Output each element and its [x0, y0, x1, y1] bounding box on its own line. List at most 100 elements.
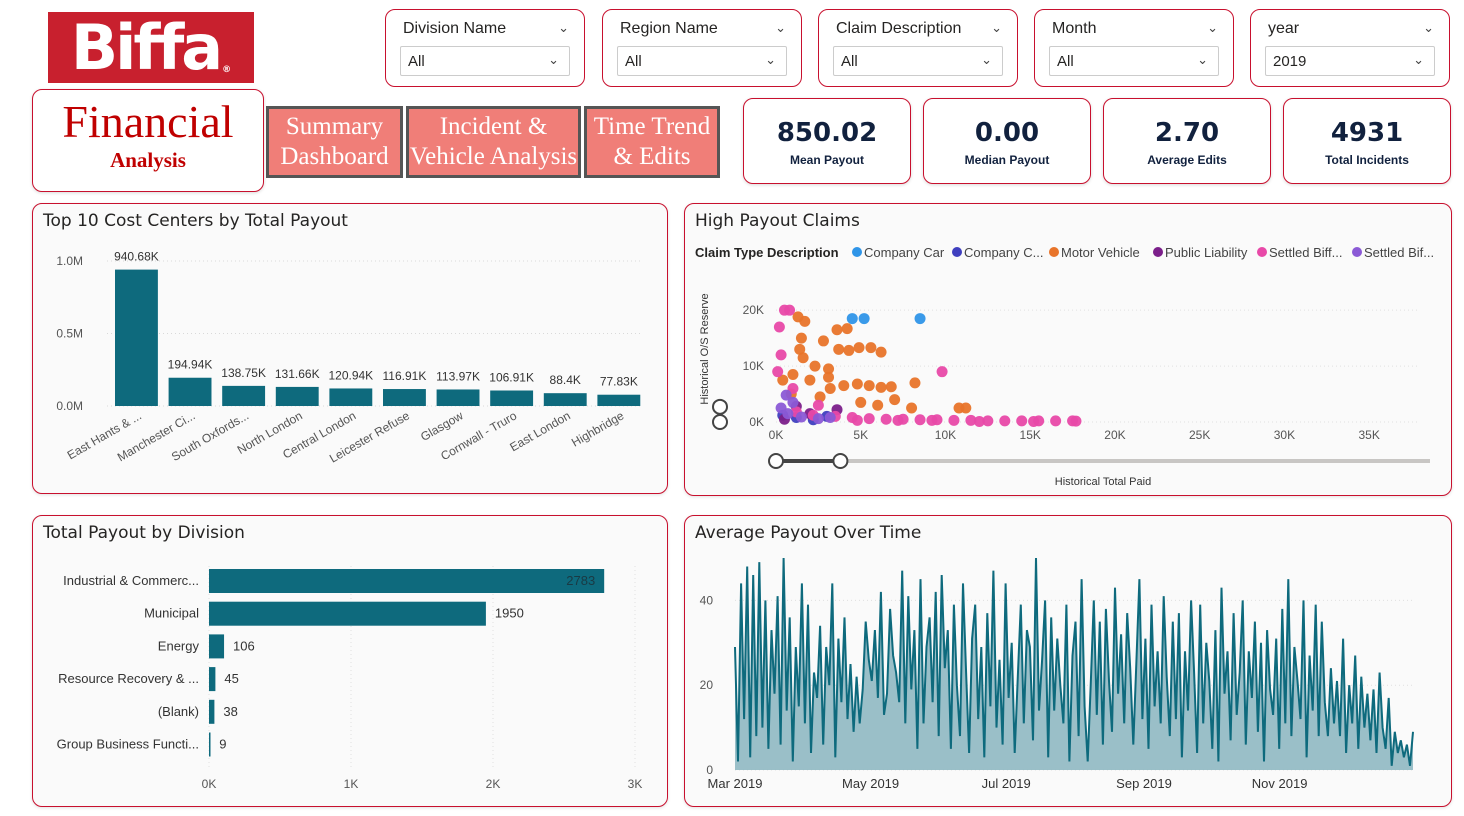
chevron-down-icon[interactable]: ⌄ — [765, 52, 776, 68]
data-label: 38 — [223, 704, 237, 719]
scatter-point — [914, 313, 926, 325]
chevron-down-icon[interactable]: ⌄ — [991, 20, 1002, 36]
scatter-point — [875, 381, 887, 393]
scatter-point — [772, 366, 784, 378]
x-tick-label: 35K — [1358, 428, 1379, 442]
scatter-point — [872, 399, 884, 411]
scatter-point — [851, 378, 863, 390]
legend-marker — [1049, 247, 1059, 257]
nav-incident-vehicle-button[interactable]: Incident & Vehicle Analysis — [406, 106, 581, 178]
average-payout-over-time-chart: 0 20 40 Mar 2019 May 2019 Jul 2019 Sep 2019 Nov… — [700, 557, 1414, 791]
slicer-label: Region Name — [620, 20, 718, 37]
chevron-down-icon[interactable]: ⌄ — [1197, 52, 1208, 68]
chevron-down-icon[interactable]: ⌄ — [1207, 20, 1218, 36]
scatter-point — [775, 349, 787, 361]
y-tick-label: Municipal — [144, 606, 199, 621]
x-tick-label: 30K — [1274, 428, 1295, 442]
bar — [209, 667, 216, 692]
bar — [436, 389, 480, 406]
page-title: Financial — [62, 96, 234, 147]
bar — [222, 385, 266, 406]
scatter-point — [784, 304, 796, 316]
bar — [329, 388, 373, 406]
legend-item: Company Car — [864, 245, 945, 260]
x-tick-label: 10K — [935, 428, 956, 442]
slicer-month[interactable]: Month ⌄ All ⌄ — [1034, 9, 1234, 87]
scatter-point — [817, 335, 829, 347]
slicer-claim-description[interactable]: Claim Description ⌄ All ⌄ — [818, 9, 1018, 87]
nav-time-trend-button[interactable]: Time Trend & Edits — [584, 106, 720, 178]
slicer-dropdown[interactable]: All ⌄ — [1049, 46, 1219, 76]
nav-summary-dashboard-button[interactable]: Summary Dashboard — [266, 106, 403, 178]
average-payout-over-time-chart-card: Average Payout Over Time 0 20 40 Mar 2019 Ma… — [684, 515, 1452, 807]
y-tick-label: (Blank) — [158, 704, 199, 719]
slicer-dropdown[interactable]: All ⌄ — [617, 46, 787, 76]
scatter-point — [960, 402, 972, 414]
slicer-label: year — [1268, 20, 1300, 37]
scatter-point — [843, 344, 855, 356]
slicer-division-name[interactable]: Division Name ⌄ All ⌄ — [385, 9, 585, 87]
slicer-label: Division Name — [403, 20, 507, 37]
legend-title: Claim Type Description — [695, 245, 839, 260]
chevron-down-icon[interactable]: ⌄ — [981, 52, 992, 68]
scatter-point — [909, 377, 921, 389]
chevron-down-icon[interactable]: ⌄ — [558, 20, 569, 36]
x-tick-label: 25K — [1189, 428, 1210, 442]
scatter-point — [973, 415, 985, 427]
legend-marker — [1257, 247, 1267, 257]
data-label: 106 — [233, 638, 255, 653]
legend-item: Settled Bif... — [1364, 245, 1434, 260]
scatter-point — [823, 371, 835, 383]
data-label: 9 — [219, 737, 226, 752]
chevron-down-icon[interactable]: ⌄ — [1413, 52, 1424, 68]
bar — [209, 699, 215, 724]
legend-item: Company C... — [964, 245, 1043, 260]
scatter-point — [880, 413, 892, 425]
y-tick-label: 0 — [706, 763, 713, 777]
scatter-point — [846, 313, 858, 325]
x-tick-label: 20K — [1104, 428, 1125, 442]
slicer-dropdown[interactable]: All ⌄ — [833, 46, 1003, 76]
x-tick-label: Mar 2019 — [708, 776, 763, 791]
payout-by-division-chart-card: Total Payout by Division 0K 1K 2K 3K Industr… — [32, 515, 668, 807]
scatter-point — [892, 414, 904, 426]
y-axis-title: Historical O/S Reserve — [699, 293, 711, 404]
y-zoom-handle — [712, 414, 728, 430]
y-tick-label: 40 — [700, 593, 714, 607]
x-tick-label: 15K — [1020, 428, 1041, 442]
legend-marker — [852, 247, 862, 257]
slicer-label: Claim Description — [836, 20, 962, 37]
bar — [209, 569, 605, 593]
scatter-point — [851, 414, 863, 426]
y-zoom-handle — [712, 398, 728, 415]
slicer-region-name[interactable]: Region Name ⌄ All ⌄ — [602, 9, 802, 87]
bar — [209, 601, 486, 626]
x-tick-label: East London — [507, 408, 572, 454]
bar — [115, 269, 158, 406]
data-label: 45 — [224, 671, 238, 686]
kpi-total-incidents: 4931 Total Incidents — [1283, 98, 1451, 184]
scatter-point — [1050, 415, 1062, 427]
scatter-point — [914, 414, 926, 426]
data-label: 2783 — [566, 573, 595, 588]
y-tick-label: 0.5M — [56, 327, 83, 341]
chevron-down-icon[interactable]: ⌄ — [775, 20, 786, 36]
slicer-year[interactable]: year ⌄ 2019 ⌄ — [1250, 9, 1450, 87]
data-label: 1950 — [495, 606, 524, 621]
x-zoom-handle — [832, 453, 849, 469]
x-tick-label: 5K — [853, 428, 868, 442]
legend-marker — [952, 247, 962, 257]
kpi-caption: Median Payout — [964, 153, 1050, 167]
biffa-logo: Biffa ® — [48, 12, 254, 83]
scatter-point — [833, 343, 845, 355]
top-cost-centers-chart: 0.0M0.5M1.0M 940.68KEast Hants & ...194.9… — [56, 250, 643, 466]
chevron-down-icon[interactable]: ⌄ — [1423, 20, 1434, 36]
chevron-down-icon[interactable]: ⌄ — [548, 52, 559, 68]
slicer-dropdown[interactable]: All ⌄ — [400, 46, 570, 76]
y-tick-label: 20K — [743, 303, 764, 317]
data-label: 88.4K — [550, 373, 581, 387]
slicer-dropdown[interactable]: 2019 ⌄ — [1265, 46, 1435, 76]
bar — [209, 634, 225, 659]
x-tick-label: 2K — [486, 777, 501, 791]
kpi-value: 2.70 — [1154, 118, 1220, 148]
